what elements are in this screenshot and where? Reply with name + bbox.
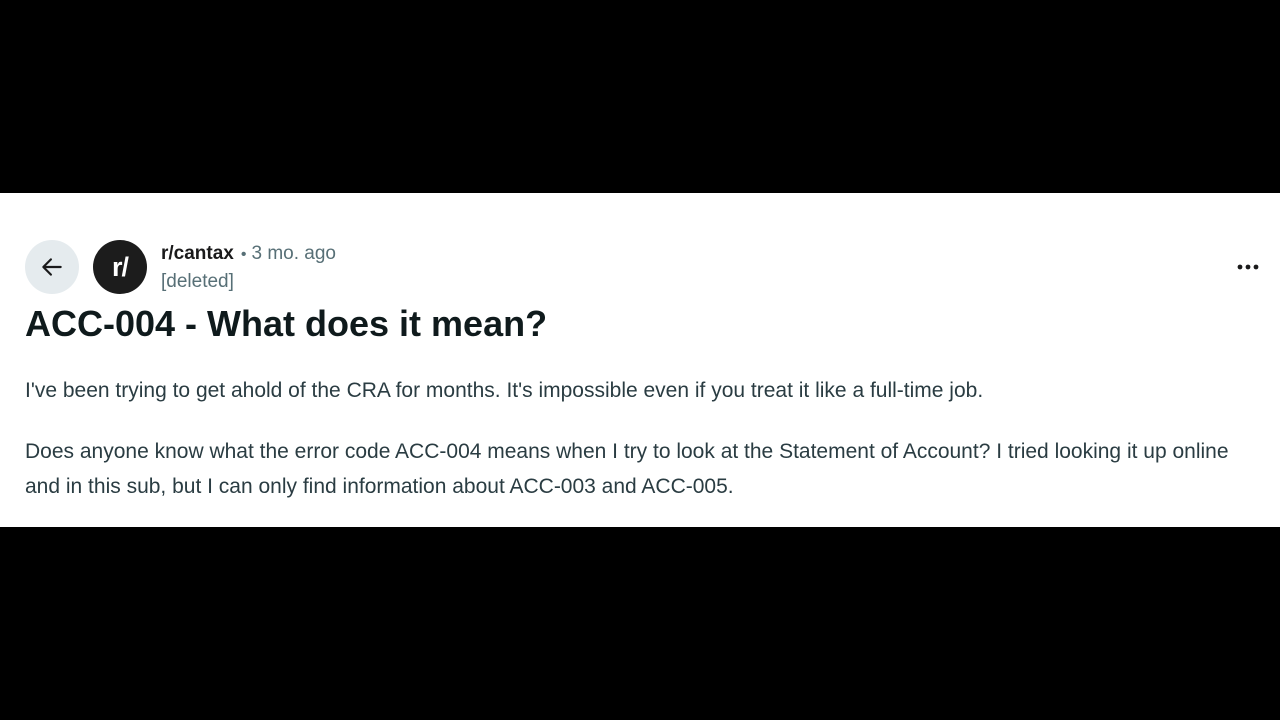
more-options-button[interactable]	[1228, 255, 1268, 279]
more-horizontal-icon	[1237, 264, 1259, 270]
post-meta-top-row: r/cantax • 3 mo. ago	[161, 240, 336, 268]
avatar-text: r/	[111, 251, 129, 282]
post-card: r/ r/cantax • 3 mo. ago [deleted] ACC-00…	[0, 193, 1280, 527]
post-author: [deleted]	[161, 271, 234, 292]
post-timestamp: 3 mo. ago	[251, 243, 336, 264]
post-meta-bottom-row: [deleted]	[161, 268, 336, 295]
arrow-left-icon	[42, 258, 62, 276]
meta-separator: •	[240, 246, 247, 263]
subreddit-avatar[interactable]: r/	[93, 240, 147, 294]
back-button[interactable]	[25, 240, 79, 294]
post-meta: r/cantax • 3 mo. ago [deleted]	[161, 240, 336, 295]
post-paragraph: I've been trying to get ahold of the CRA…	[25, 379, 984, 402]
post-title: ACC-004 - What does it mean?	[25, 303, 548, 344]
subreddit-link[interactable]: r/cantax	[161, 240, 234, 267]
post-body: I've been trying to get ahold of the CRA…	[25, 373, 1250, 530]
screen: r/ r/cantax • 3 mo. ago [deleted] ACC-00…	[0, 0, 1280, 720]
post-paragraph: Does anyone know what the error code ACC…	[25, 440, 1229, 498]
